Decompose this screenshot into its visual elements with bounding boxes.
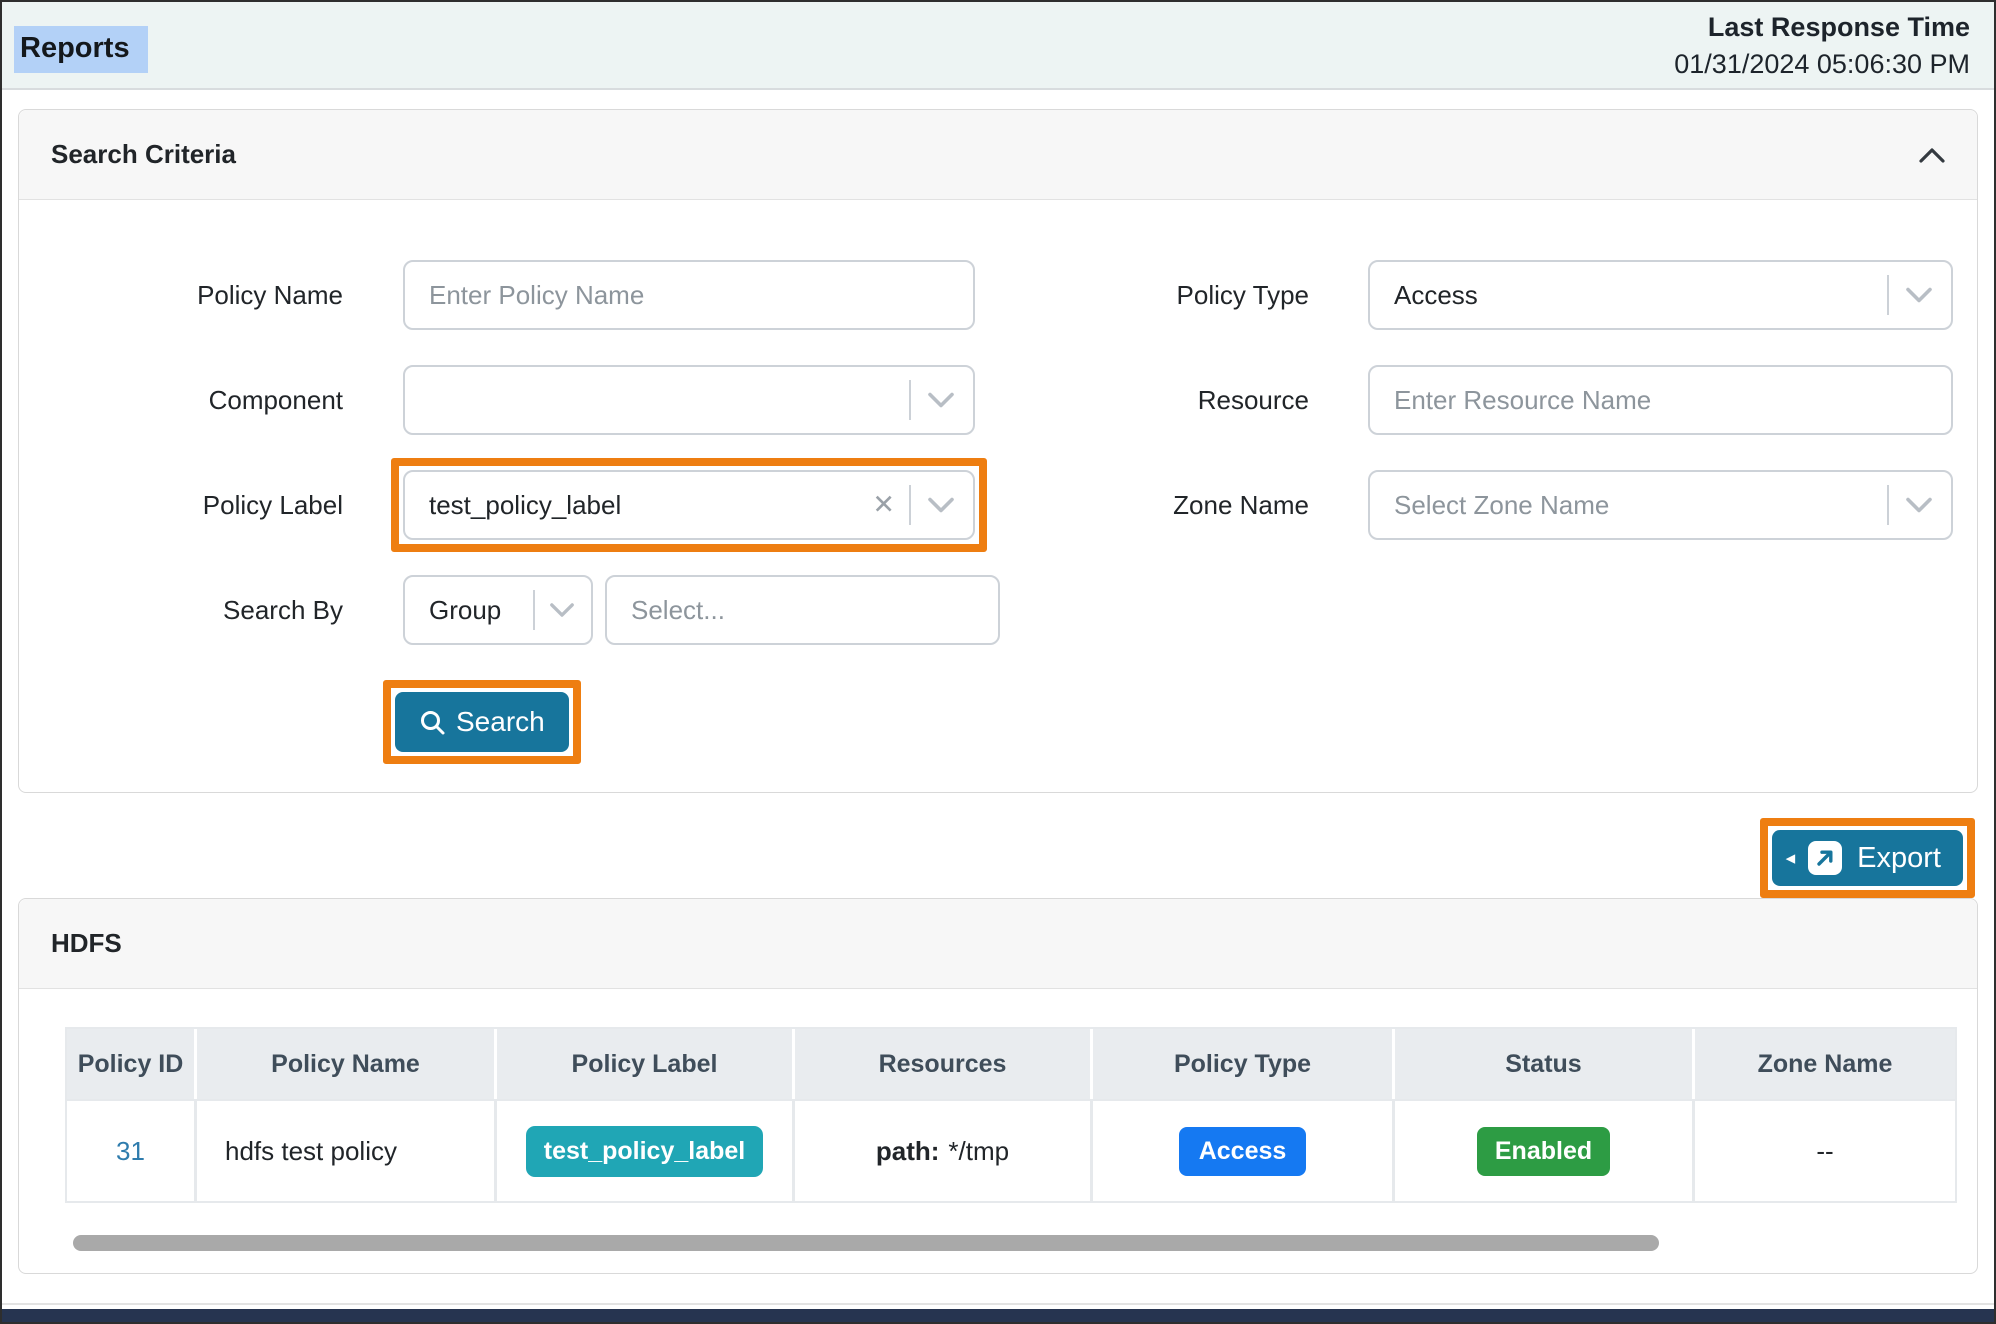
policy-label-label: Policy Label [202, 489, 343, 520]
hdfs-panel: HDFS Policy ID Policy Name Policy Label … [18, 898, 1978, 1274]
search-criteria-title: Search Criteria [51, 139, 236, 169]
select-divider [909, 380, 911, 420]
status-badge: Enabled [1476, 1126, 1611, 1176]
select-divider [909, 485, 911, 525]
reports-screen: Reports Last Response Time 01/31/2024 05… [0, 0, 1996, 1324]
clear-icon[interactable]: ✕ [872, 491, 895, 519]
export-button-highlight-box: ◂ Export [1759, 818, 1975, 898]
policy-type-value: Access [1394, 279, 1478, 310]
collapse-chevron-up-icon[interactable] [1919, 147, 1945, 163]
resource-value: */tmp [948, 1135, 1010, 1166]
search-by-label: Search By [223, 594, 343, 625]
table-header-row: Policy ID Policy Name Policy Label Resou… [67, 1029, 1955, 1099]
table-row: 31 hdfs test policy test_policy_label pa… [67, 1099, 1955, 1201]
policy-id-link[interactable]: 31 [116, 1136, 145, 1166]
policy-type-badge: Access [1178, 1126, 1307, 1176]
chevron-down-icon [927, 392, 955, 409]
search-button-row: Search [383, 680, 1977, 764]
search-by-value-input[interactable] [605, 575, 1000, 645]
search-button[interactable]: Search [395, 692, 569, 752]
policy-label-select[interactable]: test_policy_label ✕ [403, 470, 975, 540]
policies-table: Policy ID Policy Name Policy Label Resou… [65, 1027, 1957, 1203]
resource-key: path: [875, 1135, 940, 1166]
col-status: Status [1395, 1029, 1695, 1099]
chevron-down-icon [927, 497, 955, 514]
search-icon [419, 709, 446, 736]
horizontal-scrollbar[interactable] [73, 1235, 1659, 1251]
select-divider [1887, 275, 1889, 315]
policy-name-label: Policy Name [197, 279, 343, 310]
hdfs-header: HDFS [19, 899, 1977, 989]
form-row-2: Component Resource [59, 365, 1977, 435]
export-icon [1807, 840, 1843, 876]
component-label: Component [208, 384, 343, 415]
form-row-4: Search By Group [59, 575, 1977, 645]
search-criteria-body: Policy Name Policy Type Access [19, 200, 1977, 792]
last-response-time-label: Last Response Time [1707, 12, 1970, 42]
policy-label-badge: test_policy_label [525, 1125, 764, 1177]
export-button-label: Export [1857, 841, 1941, 874]
search-button-label: Search [456, 706, 545, 737]
policy-type-label: Policy Type [1176, 279, 1309, 310]
col-policy-name: Policy Name [197, 1029, 497, 1099]
last-response-time-value: 01/31/2024 05:06:30 PM [1674, 49, 1970, 79]
last-response-time: Last Response Time 01/31/2024 05:06:30 P… [1674, 12, 1970, 80]
select-divider [533, 590, 535, 630]
search-button-highlight-box: Search [383, 680, 581, 764]
form-row-3: Policy Label test_policy_label ✕ Zone Na… [59, 458, 1977, 552]
top-bar: Reports Last Response Time 01/31/2024 05… [2, 2, 1994, 90]
chevron-down-icon [549, 602, 575, 618]
col-policy-label: Policy Label [497, 1029, 795, 1099]
form-row-1: Policy Name Policy Type Access [59, 260, 1977, 330]
col-resources: Resources [795, 1029, 1093, 1099]
policy-name-cell: hdfs test policy [197, 1099, 497, 1201]
export-row: ◂ Export [18, 793, 1978, 898]
window-edge-line [2, 1303, 1994, 1305]
zone-name-select[interactable]: Select Zone Name [1368, 470, 1953, 540]
resource-input[interactable] [1368, 365, 1953, 435]
search-by-type-select[interactable]: Group [403, 575, 593, 645]
chevron-down-icon [1905, 497, 1933, 514]
select-divider [1887, 485, 1889, 525]
search-criteria-panel: Search Criteria Policy Name Policy Type … [18, 109, 1978, 793]
policy-label-highlight-box: test_policy_label ✕ [391, 458, 987, 552]
bottom-bar [2, 1309, 1994, 1322]
zone-name-label: Zone Name [1173, 489, 1309, 520]
hdfs-title: HDFS [51, 928, 122, 958]
col-policy-id: Policy ID [67, 1029, 197, 1099]
resource-label: Resource [1197, 384, 1309, 415]
zone-name-cell: -- [1695, 1099, 1955, 1201]
page-title: Reports [14, 26, 148, 73]
col-policy-type: Policy Type [1093, 1029, 1395, 1099]
resources-cell: path: */tmp [795, 1099, 1093, 1201]
col-zone-name: Zone Name [1695, 1029, 1955, 1099]
search-criteria-header[interactable]: Search Criteria [19, 110, 1977, 200]
export-button[interactable]: ◂ Export [1771, 830, 1963, 886]
component-select[interactable] [403, 365, 975, 435]
policy-name-input[interactable] [403, 260, 975, 330]
hdfs-body: Policy ID Policy Name Policy Label Resou… [19, 989, 1977, 1273]
caret-left-icon: ◂ [1785, 847, 1796, 869]
zone-name-placeholder: Select Zone Name [1394, 489, 1610, 520]
chevron-down-icon [1905, 287, 1933, 304]
policy-type-select[interactable]: Access [1368, 260, 1953, 330]
